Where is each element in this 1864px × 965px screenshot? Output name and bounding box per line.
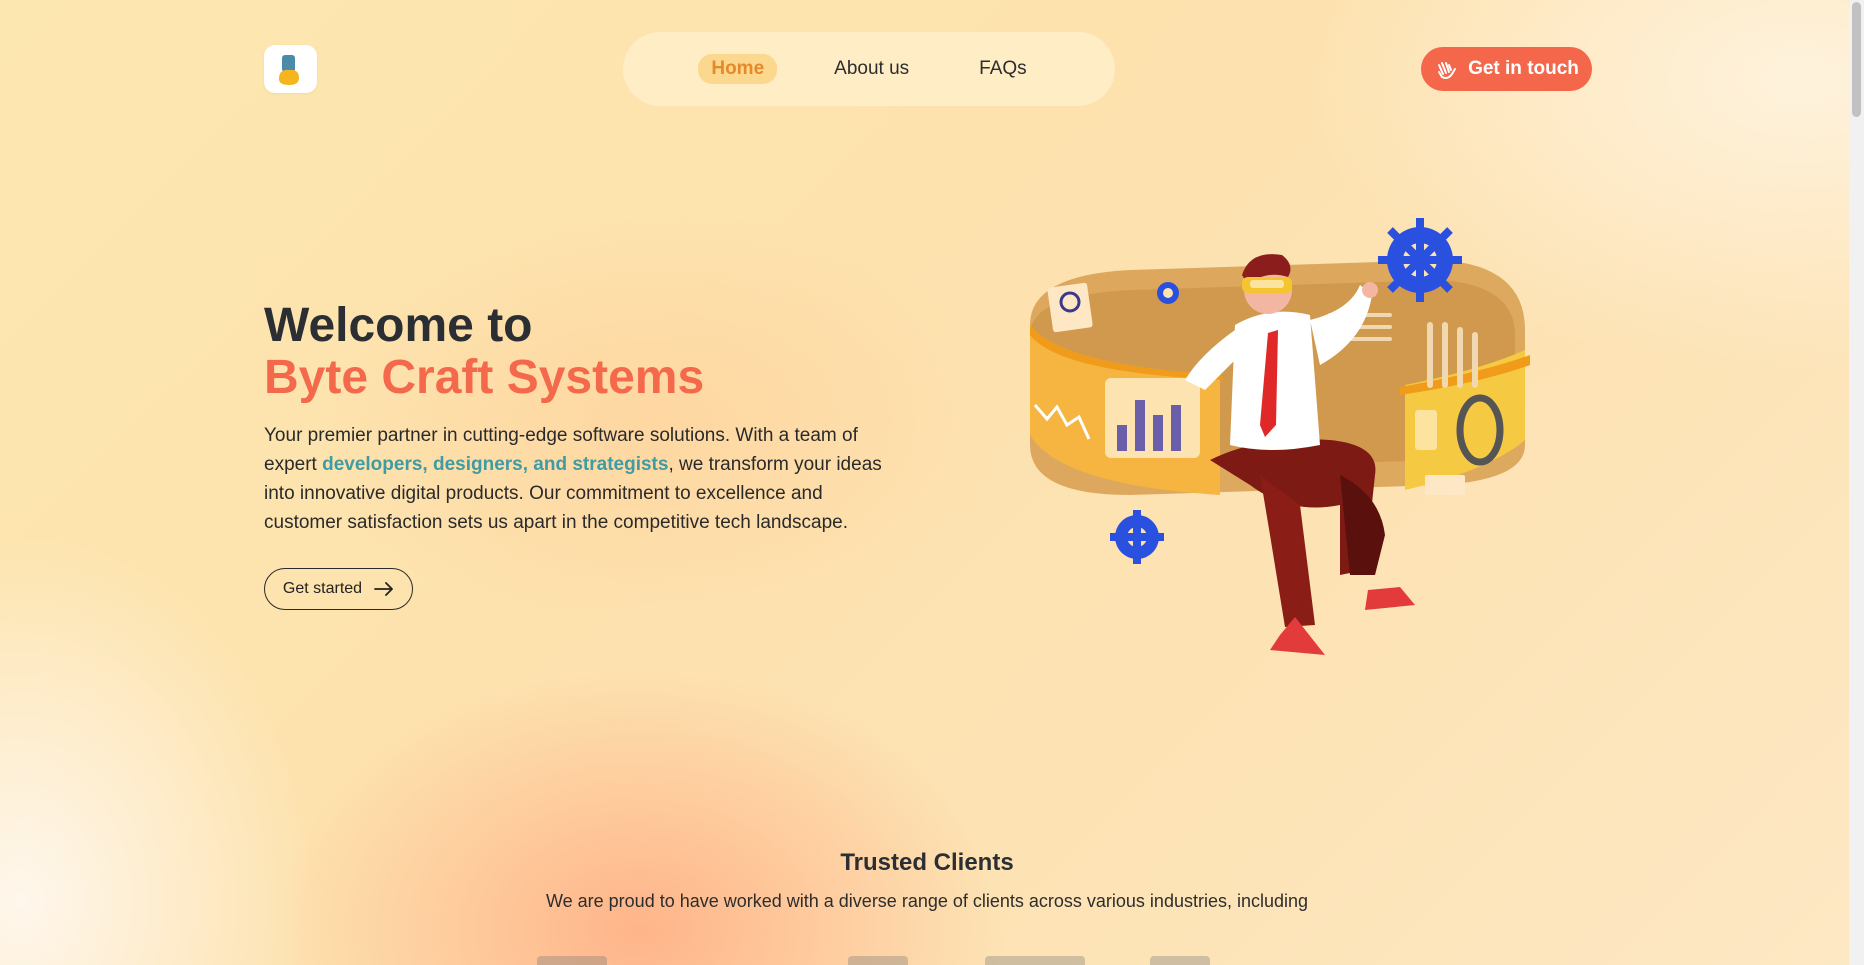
waving-hand-icon	[1438, 62, 1457, 79]
nav-faqs[interactable]: FAQs	[966, 54, 1040, 84]
scrollbar-thumb[interactable]	[1852, 2, 1861, 117]
get-in-touch-button[interactable]: Get in touch	[1421, 47, 1592, 91]
client-logo	[537, 956, 607, 965]
hero-title-company: Byte Craft Systems	[264, 351, 705, 404]
trusted-clients-title: Trusted Clients	[840, 849, 1014, 876]
page-scrollbar[interactable]	[1849, 0, 1864, 965]
get-started-label: Get started	[282, 580, 363, 597]
brand-logo-icon	[279, 55, 299, 85]
client-logo	[848, 956, 908, 965]
nav-home[interactable]: Home	[698, 54, 778, 84]
brand-logo[interactable]	[264, 45, 317, 93]
trusted-clients-subtitle: We are proud to have worked with a diver…	[545, 891, 1309, 911]
hero-title: Welcome to Byte Craft Systems	[264, 300, 704, 404]
get-started-button[interactable]: Get started	[264, 568, 413, 610]
hero-description: Your premier partner in cutting-edge sof…	[264, 421, 894, 537]
client-logo	[985, 956, 1085, 965]
nav-about-us[interactable]: About us	[821, 54, 922, 84]
arrow-right-icon	[374, 582, 393, 596]
main-nav: Home About us FAQs	[623, 32, 1115, 106]
get-in-touch-label: Get in touch	[1468, 58, 1579, 79]
hero-title-line1: Welcome to	[264, 299, 533, 352]
client-logo	[1150, 956, 1210, 965]
hero-desc-highlight: developers, designers, and strategists	[322, 454, 669, 475]
hero-illustration	[1030, 218, 1530, 655]
